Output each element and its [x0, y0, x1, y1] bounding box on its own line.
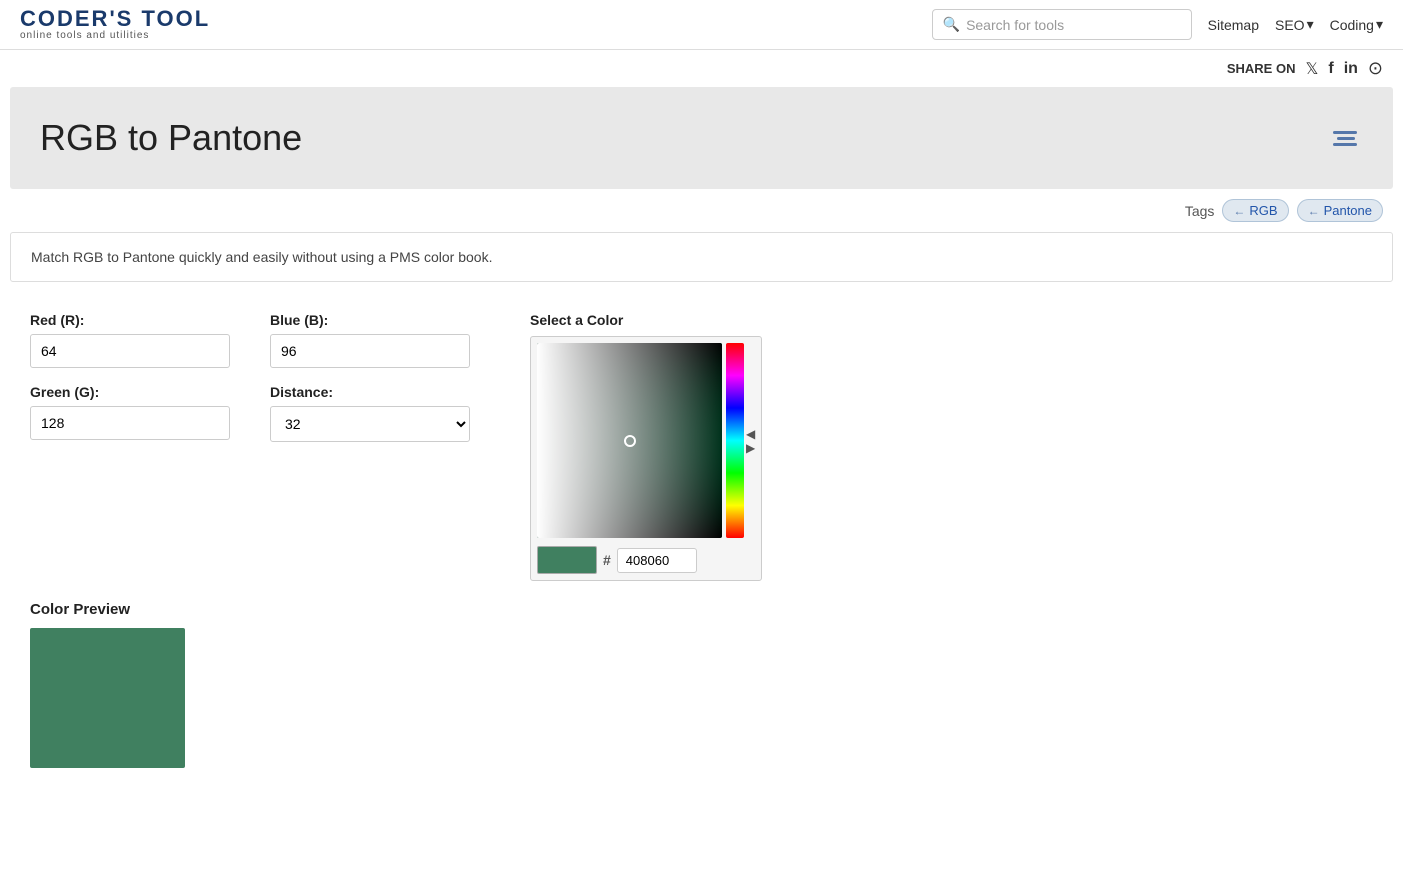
- tag-pantone[interactable]: ← Pantone: [1297, 199, 1383, 222]
- hue-bar[interactable]: [726, 343, 744, 538]
- color-preview-label: Color Preview: [30, 601, 1373, 618]
- hue-arrow-right[interactable]: ▶: [746, 442, 755, 454]
- filter-icon: [1337, 137, 1355, 140]
- distance-label: Distance:: [270, 384, 470, 400]
- main-inputs-row: Red (R): Blue (B): Green (G): Distance:: [30, 312, 1373, 581]
- reddit-icon[interactable]: ⊙: [1368, 58, 1383, 79]
- description-text: Match RGB to Pantone quickly and easily …: [31, 249, 492, 265]
- nav-links: Sitemap SEO ▾ Coding ▾: [1208, 16, 1383, 33]
- gradient-background: [537, 343, 722, 538]
- green-label: Green (G):: [30, 384, 230, 400]
- color-preview-box: [30, 628, 185, 768]
- red-input[interactable]: [30, 334, 230, 368]
- facebook-icon[interactable]: f: [1328, 60, 1333, 78]
- blue-input[interactable]: [270, 334, 470, 368]
- filter-icon: [1333, 131, 1357, 134]
- top-inputs-row: Red (R): Blue (B):: [30, 312, 470, 368]
- color-gradient-box[interactable]: [537, 343, 722, 538]
- tags-row: Tags ← RGB ← Pantone: [0, 189, 1403, 232]
- color-swatch: [537, 546, 597, 574]
- red-label: Red (R):: [30, 312, 230, 328]
- tag-rgb[interactable]: ← RGB: [1222, 199, 1288, 222]
- blue-label: Blue (B):: [270, 312, 470, 328]
- nav-coding[interactable]: Coding ▾: [1330, 16, 1383, 33]
- color-bottom-row: #: [537, 546, 755, 574]
- filter-button[interactable]: [1327, 125, 1363, 152]
- page-banner: RGB to Pantone: [10, 87, 1393, 189]
- linkedin-icon[interactable]: in: [1344, 60, 1358, 78]
- left-inputs: Red (R): Blue (B): Green (G): Distance:: [30, 312, 470, 442]
- tags-label: Tags: [1185, 203, 1215, 219]
- twitter-icon[interactable]: 𝕏: [1305, 59, 1318, 79]
- page-title: RGB to Pantone: [40, 117, 302, 159]
- tag-rgb-close[interactable]: ←: [1233, 204, 1245, 218]
- color-preview-section: Color Preview: [30, 601, 1373, 768]
- share-bar: SHARE ON 𝕏 f in ⊙: [0, 50, 1403, 87]
- hex-input[interactable]: [617, 548, 697, 573]
- share-label: SHARE ON: [1227, 61, 1296, 76]
- hue-strip: ◀ ▶: [726, 343, 755, 538]
- filter-icon: [1333, 143, 1357, 146]
- seo-dropdown-icon: ▾: [1307, 16, 1314, 33]
- distance-select[interactable]: 8 16 32 64 128: [270, 406, 470, 442]
- tool-area: Red (R): Blue (B): Green (G): Distance:: [10, 292, 1393, 788]
- nav-sitemap[interactable]: Sitemap: [1208, 17, 1259, 33]
- green-input[interactable]: [30, 406, 230, 440]
- distance-input-group: Distance: 8 16 32 64 128: [270, 384, 470, 442]
- color-picker-widget[interactable]: ◀ ▶ #: [530, 336, 762, 581]
- header: CODER'S TOOL online tools and utilities …: [0, 0, 1403, 50]
- hue-arrows: ◀ ▶: [746, 343, 755, 538]
- search-icon: 🔍: [943, 16, 960, 33]
- tag-pantone-close[interactable]: ←: [1308, 204, 1320, 218]
- hue-arrow-left[interactable]: ◀: [746, 428, 755, 440]
- green-input-group: Green (G):: [30, 384, 230, 442]
- bottom-inputs-row: Green (G): Distance: 8 16 32 64 128: [30, 384, 470, 442]
- logo-area: CODER'S TOOL online tools and utilities: [20, 8, 210, 41]
- nav-seo[interactable]: SEO ▾: [1275, 16, 1314, 33]
- logo-title: CODER'S TOOL: [20, 8, 210, 30]
- blue-input-group: Blue (B):: [270, 312, 470, 368]
- color-picker-label: Select a Color: [530, 312, 762, 328]
- search-input[interactable]: [966, 17, 1181, 33]
- logo-subtitle: online tools and utilities: [20, 30, 210, 41]
- coding-dropdown-icon: ▾: [1376, 16, 1383, 33]
- red-input-group: Red (R):: [30, 312, 230, 368]
- hash-symbol: #: [603, 552, 611, 568]
- color-picker-section: Select a Color ◀: [530, 312, 762, 581]
- search-box[interactable]: 🔍: [932, 9, 1192, 40]
- description-box: Match RGB to Pantone quickly and easily …: [10, 232, 1393, 282]
